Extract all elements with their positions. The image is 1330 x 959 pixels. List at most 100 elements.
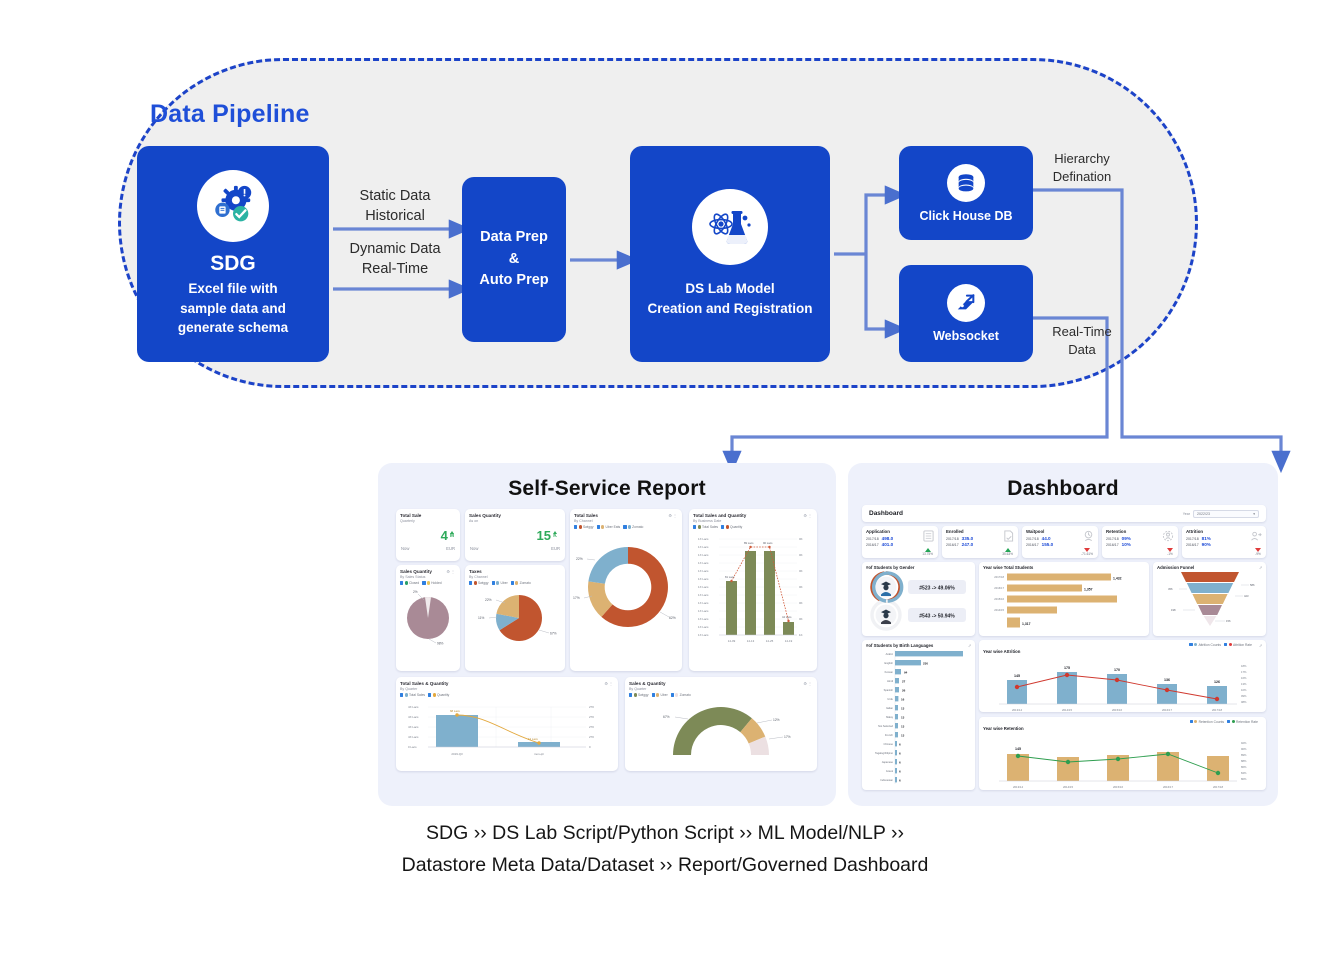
- svg-text:67%: 67%: [550, 632, 557, 636]
- kpi-card-enrolled[interactable]: Enrolled 2017/18 335.0 2016/17 247.0 35.63…: [942, 526, 1018, 558]
- atom-flask-icon: [692, 189, 768, 266]
- card-sales-quantity-gauge[interactable]: ⚙⋮ Sales & Quantity By Quarter Swiggy Ub…: [625, 677, 817, 771]
- expand-icon[interactable]: ⬀: [1259, 643, 1262, 648]
- svg-text:4X Lacs: 4X Lacs: [408, 735, 419, 739]
- svg-text:French: French: [885, 733, 894, 737]
- card-gauge-title: Sales & Quantity: [629, 680, 666, 686]
- svg-text:Japanese: Japanese: [882, 760, 894, 764]
- svg-text:145: 145: [1014, 674, 1020, 678]
- svg-text:145: 145: [1015, 747, 1021, 751]
- node-websocket[interactable]: Websocket: [899, 265, 1033, 362]
- svg-text:0K: 0K: [799, 537, 803, 541]
- svg-text:13%: 13%: [1241, 682, 1247, 686]
- svg-text:92%: 92%: [1241, 741, 1247, 745]
- refresh-people-icon: [1162, 529, 1174, 547]
- svg-text:170: 170: [1114, 668, 1120, 672]
- dashboard-panel-title: Dashboard: [1007, 477, 1119, 500]
- card-tools-icons[interactable]: ⚙⋮: [803, 513, 813, 518]
- footer-line-1: SDG ›› DS Lab Script/Python Script ›› ML…: [426, 822, 904, 844]
- svg-text:136: 136: [1164, 678, 1170, 682]
- kpi-card-application[interactable]: Application 2017/18 498.0 2016/17 401.0 13…: [862, 526, 938, 558]
- svg-text:mon-qtr: mon-qtr: [534, 752, 544, 756]
- svg-text:1X Lacs: 1X Lacs: [698, 593, 709, 597]
- gears-settings-icon: [197, 170, 269, 243]
- card-year-wise-total-students[interactable]: Year wise Total Students 2017/18 2016/17 …: [979, 562, 1149, 636]
- svg-text:1X Lacs: 1X Lacs: [698, 577, 709, 581]
- list-icon: [923, 529, 934, 547]
- card-year-wise-attrition[interactable]: Year wise Attrition Attrition Counts Att…: [979, 640, 1266, 712]
- card-sq-pie-subtitle: By Sales Status: [400, 574, 426, 579]
- svg-text:1X Lacs: 1X Lacs: [698, 601, 709, 605]
- svg-text:6: 6: [899, 779, 901, 783]
- card-tsq-title: Total Sales and Quantity: [693, 512, 747, 518]
- svg-text:11%: 11%: [478, 616, 484, 620]
- svg-text:17%: 17%: [1241, 670, 1247, 674]
- hourglass-icon: [1083, 529, 1094, 547]
- card-taxes-pie[interactable]: Taxes By Channel Swiggy Uber Zomato 22% …: [465, 565, 565, 671]
- svg-text:1X Lacs: 1X Lacs: [698, 569, 709, 573]
- card-tools-icons[interactable]: ⚙⋮: [668, 513, 678, 518]
- edge-label-realtime: Real-Time Data: [1052, 324, 1112, 357]
- up-arrow-icon: M: [450, 531, 454, 539]
- card-total-sale-foot-left: Now: [401, 545, 410, 551]
- card-sales-quantity-kpi[interactable]: Sales Quantity As on 15 K Now EUR: [465, 509, 565, 561]
- card-admission-funnel[interactable]: Admission Funnel ⬀ 586 423 456 198 156: [1153, 562, 1266, 636]
- card-tsqq-subtitle: By Quarter: [400, 686, 418, 691]
- card-tools-icons[interactable]: ⚙⋮: [446, 569, 456, 574]
- node-sdg[interactable]: SDG Excel file with sample data and gene…: [137, 146, 329, 362]
- svg-text:423: 423: [1244, 594, 1249, 598]
- card-total-sale[interactable]: Total Sale Quarterly 4 M Now EUR: [396, 509, 460, 561]
- svg-text:4X Lacs: 4X Lacs: [408, 725, 419, 729]
- pie-sales-status: 2% 98%: [407, 590, 449, 646]
- svg-text:90%: 90%: [1241, 747, 1247, 751]
- kpi-card-retention[interactable]: Retention 2017/18 09% 2016/17 10% -1%: [1102, 526, 1178, 558]
- card-taxes-subtitle: By Channel: [469, 574, 488, 579]
- svg-text:1X Lacs: 1X Lacs: [698, 609, 709, 613]
- svg-text:Hindi: Hindi: [887, 679, 893, 683]
- node-ds-lab-model[interactable]: DS Lab Model Creation and Registration: [630, 146, 830, 362]
- svg-text:68 Lacs: 68 Lacs: [450, 709, 460, 713]
- card-students-by-birth-languages[interactable]: #of Students by Birth Languages ⬀ Arabic…: [862, 640, 975, 790]
- card-year-wise-retention[interactable]: Year wise Retention Retention Counts Ret…: [979, 717, 1266, 790]
- kpi-waitpool-delta: -71.61%: [1081, 547, 1093, 556]
- kpi-retention-delta: -1%: [1167, 547, 1173, 556]
- card-sales-quantity-kpi-title: Sales Quantity: [469, 512, 501, 518]
- svg-text:230: 230: [923, 662, 928, 666]
- svg-text:2016/17: 2016/17: [1162, 708, 1173, 712]
- svg-text:Chinese: Chinese: [883, 742, 893, 746]
- svg-text:84%: 84%: [1241, 771, 1247, 775]
- svg-text:2013/14: 2013/14: [1013, 785, 1024, 789]
- dashboard-window: Dashboard Year 2022/23 ▾ Application 201…: [862, 505, 1266, 793]
- kpi-card-waitpool[interactable]: Waitpool 2017/18 44.0 2016/17 155.0 -71.61…: [1022, 526, 1098, 558]
- card-tools-icons[interactable]: ⚙⋮: [803, 681, 813, 686]
- kpi-card-attrition[interactable]: Attrition 2017/18 81% 2016/17 90% -9%: [1182, 526, 1266, 558]
- card-total-sale-value: 4: [440, 527, 448, 543]
- node-click-house-db[interactable]: Click House DB: [899, 146, 1033, 240]
- year-filter-select[interactable]: 2022/23 ▾: [1193, 509, 1259, 518]
- svg-text:Italian: Italian: [886, 706, 893, 710]
- svg-text:1,432: 1,432: [1113, 577, 1122, 581]
- card-students-by-gender[interactable]: #of Students by Gender #523 -> 49.06% #5…: [862, 562, 975, 636]
- svg-text:2?0: 2?0: [589, 725, 594, 729]
- gender-donuts: #523 -> 49.06% #543 -> 50.94%: [870, 571, 966, 631]
- svg-text:6: 6: [899, 752, 901, 756]
- kpi-enrolled-delta: 35.63%: [1002, 547, 1013, 556]
- svg-text:Korean: Korean: [885, 670, 894, 674]
- card-total-sales-donut[interactable]: ⚙⋮ Total Sales By Channel Swiggy Uber Ea…: [570, 509, 682, 671]
- card-total-sales-and-quantity[interactable]: ⚙⋮ Total Sales and Quantity By Business …: [689, 509, 817, 671]
- card-sales-quantity-pie[interactable]: ⚙⋮ Sales Quantity By Sales Status Closed…: [396, 565, 460, 671]
- svg-text:#543 -> 50.94%: #543 -> 50.94%: [919, 614, 955, 620]
- expand-icon[interactable]: ⬀: [1259, 565, 1262, 570]
- node-data-prep-label: Data Prep & Auto Prep: [479, 228, 549, 289]
- card-total-sales-title: Total Sales: [574, 512, 598, 518]
- expand-icon[interactable]: ⬀: [968, 643, 971, 648]
- svg-text:1X Lacs: 1X Lacs: [698, 537, 709, 541]
- card-tsq-subtitle: By Business Date: [693, 518, 722, 523]
- svg-text:0 Lacs: 0 Lacs: [408, 745, 417, 749]
- card-tools-icons[interactable]: ⚙⋮: [604, 681, 614, 686]
- card-total-sales-quantity-quarter[interactable]: ⚙⋮ Total Sales & Quantity By Quarter Tot…: [396, 677, 618, 771]
- svg-text:14-09: 14-09: [728, 639, 736, 643]
- svg-text:4X Lacs: 4X Lacs: [408, 715, 419, 719]
- footer-flow-caption: SDG ›› DS Lab Script/Python Script ›› ML…: [0, 818, 1330, 881]
- node-data-prep[interactable]: Data Prep & Auto Prep: [462, 177, 566, 342]
